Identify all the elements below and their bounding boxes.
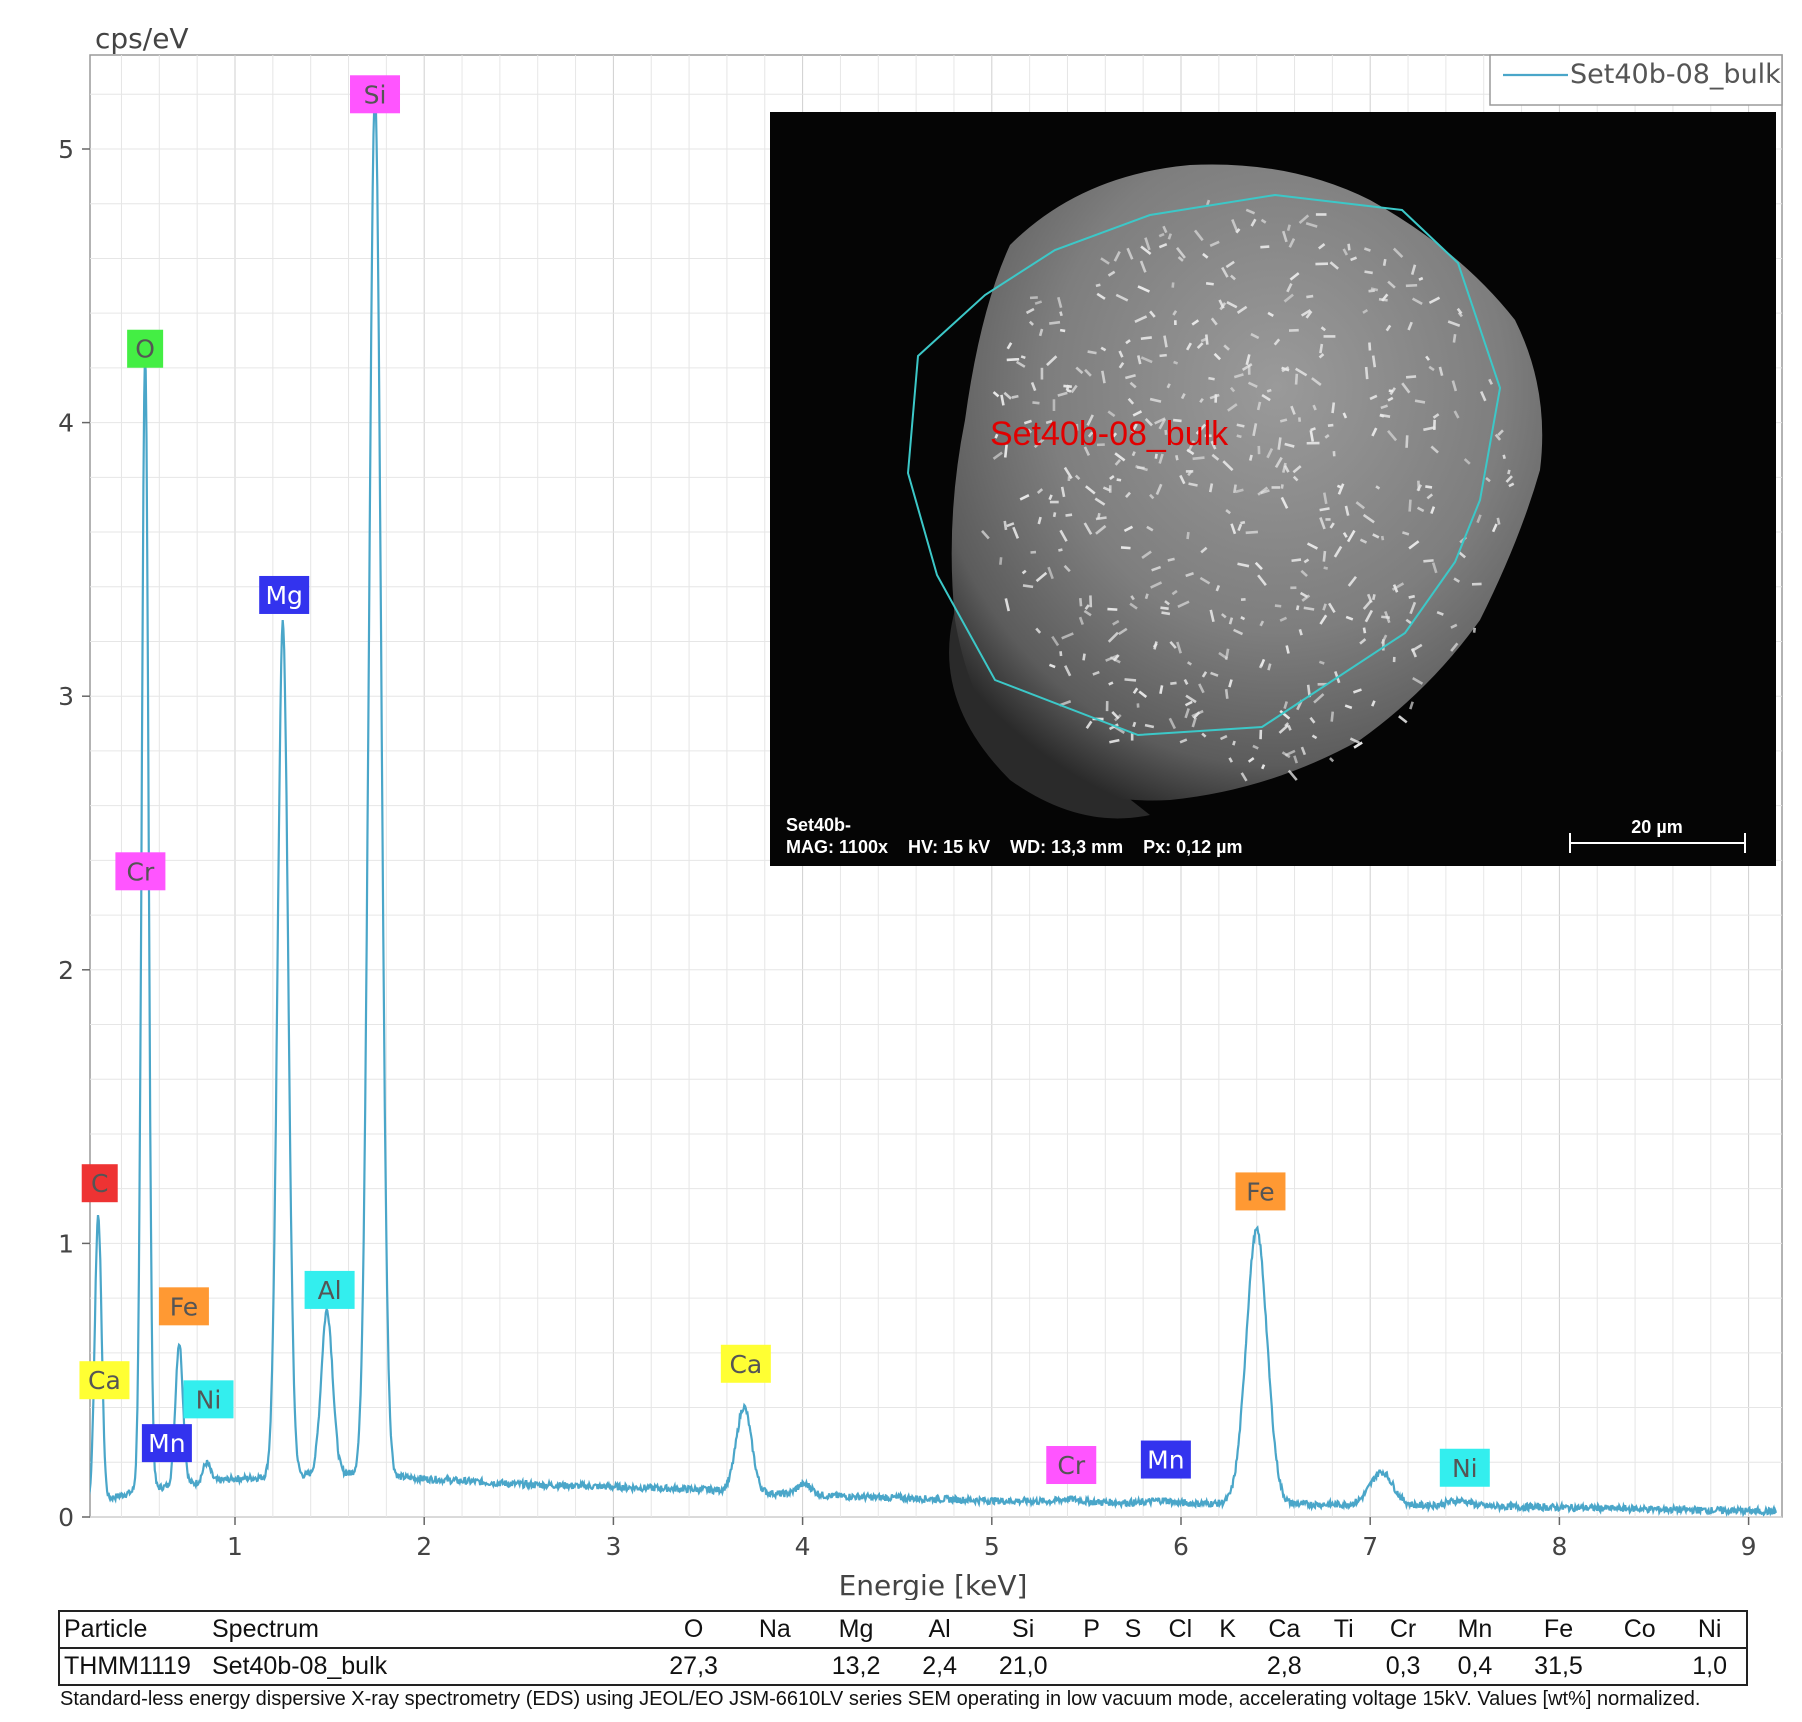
- svg-text:Mg: Mg: [265, 581, 302, 610]
- header-cell: Ca: [1248, 1610, 1321, 1649]
- x-axis-title: Energie [keV]: [839, 1569, 1028, 1600]
- header-cell: Si: [975, 1610, 1071, 1649]
- header-cell: Cr: [1367, 1610, 1440, 1649]
- svg-text:Ca: Ca: [729, 1350, 762, 1379]
- table-cell: [1070, 1647, 1113, 1686]
- table-cell: Set40b-08_bulk: [208, 1647, 646, 1686]
- header-cell: Na: [741, 1610, 809, 1649]
- svg-text:Ca: Ca: [88, 1366, 121, 1395]
- header-cell: Spectrum: [208, 1610, 646, 1649]
- footnote: Standard-less energy dispersive X-ray sp…: [60, 1688, 1701, 1710]
- x-tick-label: 5: [984, 1532, 1000, 1561]
- roi-label: Set40b-08_bulk: [990, 415, 1229, 453]
- x-tick-label: 6: [1173, 1532, 1189, 1561]
- header-cell: Mg: [808, 1610, 904, 1649]
- peak-label-mg: Mg: [259, 575, 310, 614]
- x-tick-label: 3: [605, 1532, 621, 1561]
- peak-label-o: O: [127, 329, 164, 368]
- header-cell: K: [1206, 1610, 1249, 1649]
- table-header-row: Particle Spectrum O Na Mg Al Si P S Cl K…: [58, 1610, 1748, 1649]
- y-axis-title: cps/eV: [95, 22, 189, 55]
- legend-series-name: Set40b-08_bulk: [1570, 59, 1781, 90]
- legend: Set40b-08_bulk: [1489, 54, 1783, 106]
- header-cell: Al: [903, 1610, 976, 1649]
- y-tick-label: 5: [58, 135, 74, 164]
- header-cell: S: [1112, 1610, 1154, 1649]
- table-row: THMM1119 Set40b-08_bulk 27,3 13,2 2,4 21…: [58, 1647, 1748, 1686]
- peak-label-mn: Mn: [1140, 1440, 1191, 1479]
- svg-text:Cr: Cr: [1057, 1451, 1085, 1480]
- table-cell: 31,5: [1510, 1647, 1607, 1686]
- x-tick-label: 1: [227, 1532, 243, 1561]
- eds-spectrum-chart: 1 2 3 4 5 6 7 8 9 0 1 2 3 4 5 cps/eV Energie [keV] Si O…: [58, 22, 1783, 1600]
- peak-label-ni: Ni: [183, 1380, 234, 1419]
- peak-label-ca: Ca: [79, 1361, 130, 1400]
- svg-text:Fe: Fe: [170, 1292, 198, 1321]
- sem-image: Set40b-08_bulk Set40b- MAG: 1100x HV: 15…: [770, 112, 1776, 866]
- header-cell: Particle: [58, 1610, 208, 1649]
- header-cell: Mn: [1439, 1610, 1511, 1649]
- svg-text:Fe: Fe: [1246, 1177, 1274, 1206]
- y-tick-label: 4: [58, 409, 74, 438]
- svg-text:Al: Al: [318, 1276, 342, 1305]
- table-cell: 1,0: [1673, 1647, 1748, 1686]
- x-tick-label: 2: [416, 1532, 432, 1561]
- svg-text:Cr: Cr: [127, 857, 155, 886]
- svg-text:O: O: [135, 335, 155, 364]
- table-cell: 2,4: [903, 1647, 976, 1686]
- svg-text:Si: Si: [364, 80, 387, 109]
- table-cell: [1112, 1647, 1154, 1686]
- header-cell: P: [1070, 1610, 1113, 1649]
- peak-label-ca: Ca: [720, 1344, 771, 1383]
- table-cell: 2,8: [1248, 1647, 1321, 1686]
- header-cell: Fe: [1510, 1610, 1607, 1649]
- peak-label-c: C: [81, 1164, 118, 1203]
- peak-label-mn: Mn: [141, 1424, 192, 1463]
- header-cell: Ti: [1320, 1610, 1368, 1649]
- header-cell: Ni: [1673, 1610, 1748, 1649]
- results-table: Particle Spectrum O Na Mg Al Si P S Cl K…: [58, 1610, 1748, 1686]
- x-tick-label: 4: [795, 1532, 811, 1561]
- svg-text:Ni: Ni: [1452, 1454, 1478, 1483]
- peak-label-al: Al: [304, 1270, 355, 1309]
- table-cell: [1206, 1647, 1249, 1686]
- sem-sample-id: Set40b-: [786, 815, 851, 835]
- table-cell: THMM1119: [58, 1647, 208, 1686]
- svg-text:Mn: Mn: [148, 1429, 185, 1458]
- scale-bar-label: 20 µm: [1631, 817, 1682, 837]
- sem-info: MAG: 1100x HV: 15 kV WD: 13,3 mm Px: 0,1…: [786, 837, 1243, 857]
- header-cell: Cl: [1153, 1610, 1207, 1649]
- x-tick-label: 7: [1362, 1532, 1378, 1561]
- table-cell: [1320, 1647, 1368, 1686]
- peak-label-cr: Cr: [115, 852, 166, 891]
- table-cell: 13,2: [808, 1647, 904, 1686]
- table-cell: [741, 1647, 809, 1686]
- table-cell: 27,3: [646, 1647, 742, 1686]
- x-tick-label: 8: [1551, 1532, 1567, 1561]
- peak-label-ni: Ni: [1439, 1448, 1490, 1487]
- svg-text:Mn: Mn: [1147, 1446, 1184, 1475]
- table-cell: 21,0: [975, 1647, 1071, 1686]
- peak-label-fe: Fe: [1235, 1172, 1286, 1211]
- table-cell: 0,3: [1367, 1647, 1440, 1686]
- header-cell: Co: [1606, 1610, 1674, 1649]
- y-tick-label: 0: [58, 1503, 74, 1532]
- y-tick-label: 1: [58, 1229, 74, 1258]
- peak-label-fe: Fe: [158, 1287, 209, 1326]
- y-tick-label: 2: [58, 956, 74, 985]
- svg-text:Ni: Ni: [196, 1385, 222, 1414]
- table-cell: 0,4: [1439, 1647, 1511, 1686]
- peak-label-si: Si: [350, 75, 401, 114]
- table-cell: [1153, 1647, 1207, 1686]
- y-tick-label: 3: [58, 682, 74, 711]
- header-cell: O: [646, 1610, 742, 1649]
- table-cell: [1606, 1647, 1674, 1686]
- x-tick-label: 9: [1741, 1532, 1757, 1561]
- peak-label-cr: Cr: [1046, 1446, 1097, 1485]
- svg-text:C: C: [91, 1169, 108, 1198]
